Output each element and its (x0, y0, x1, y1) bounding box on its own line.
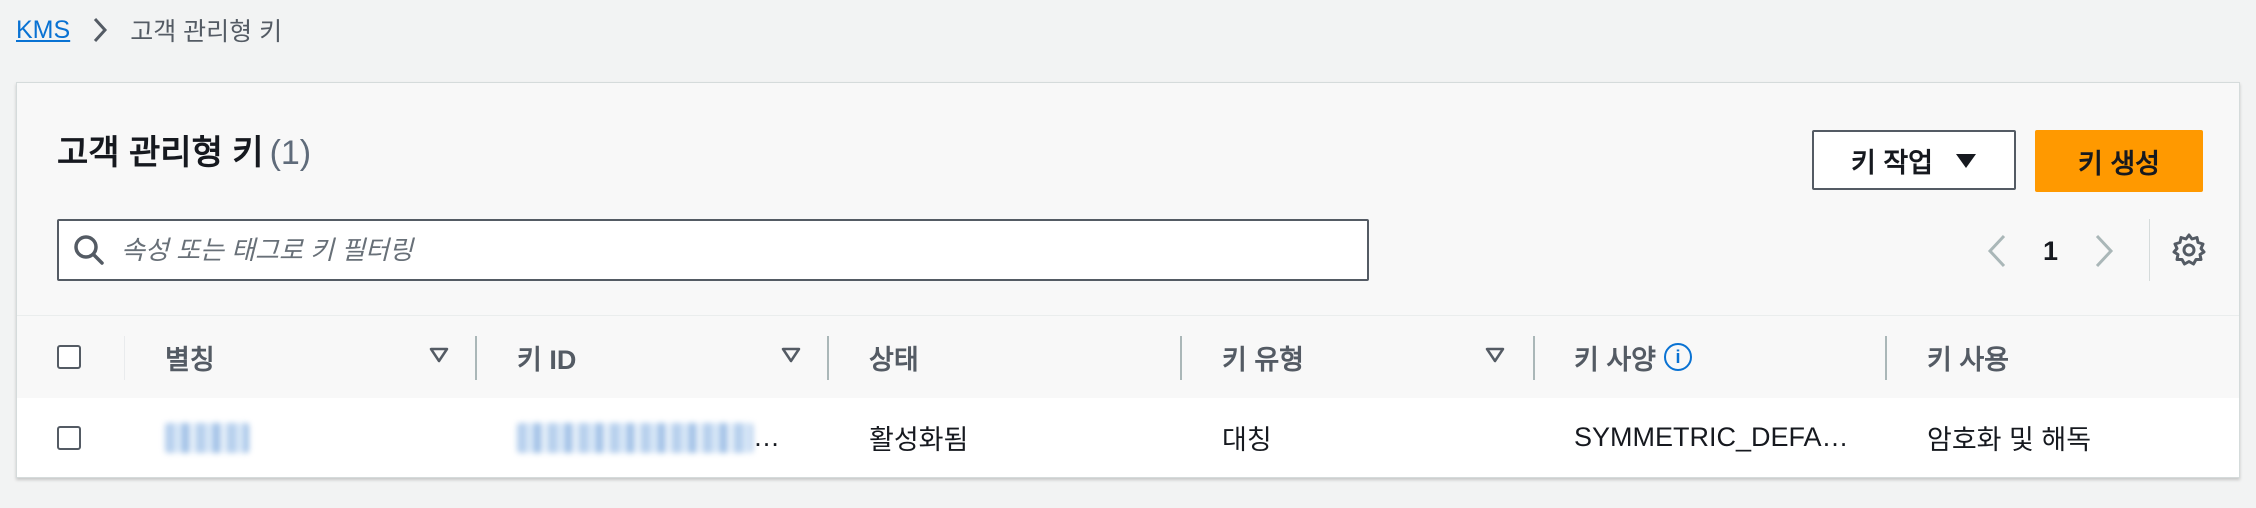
select-all-cell (57, 316, 81, 398)
create-key-button[interactable]: 키 생성 (2035, 130, 2203, 192)
column-resizer[interactable] (827, 336, 829, 380)
column-header-key-id[interactable]: 키 ID (517, 316, 576, 398)
keys-table-container: 고객 관리형 키(1) 키 작업 키 생성 1 (16, 82, 2240, 478)
sort-alias-icon[interactable] (429, 347, 449, 363)
column-resizer[interactable] (1533, 336, 1535, 380)
select-all-checkbox[interactable] (57, 345, 81, 369)
key-type-cell: 대칭 (1222, 425, 1272, 455)
settings-gear-icon[interactable] (2172, 233, 2206, 267)
current-page-number[interactable]: 1 (2043, 236, 2058, 267)
filter-search-box[interactable] (57, 219, 1369, 281)
previous-page-icon[interactable] (1977, 231, 2017, 271)
column-header-key-usage[interactable]: 키 사용 (1927, 316, 2009, 398)
chevron-right-icon (92, 16, 108, 44)
search-input[interactable] (119, 233, 1367, 267)
key-spec-label: 키 사양 (1574, 344, 1657, 375)
column-resizer[interactable] (475, 336, 477, 380)
next-page-icon[interactable] (2084, 231, 2124, 271)
info-icon[interactable]: i (1664, 343, 1693, 371)
breadcrumb-current: 고객 관리형 키 (130, 18, 283, 46)
pagination-divider (2149, 219, 2150, 281)
sort-key-id-icon[interactable] (781, 347, 801, 363)
search-icon (73, 234, 105, 266)
key-usage-cell: 암호화 및 해독 (1927, 425, 2092, 455)
breadcrumb: KMS 고객 관리형 키 (16, 8, 282, 52)
column-header-status[interactable]: 상태 (869, 316, 919, 398)
breadcrumb-kms-link[interactable]: KMS (16, 16, 70, 45)
status-cell: 활성화됨 (869, 425, 969, 455)
column-resizer[interactable] (1885, 336, 1887, 380)
column-header-key-spec[interactable]: 키 사양 i (1574, 316, 1693, 398)
page-title: 고객 관리형 키 (1) (57, 125, 311, 174)
column-divider (124, 336, 125, 380)
table-header-row: 별칭 키 ID 상태 키 유형 키 사양 i 키 사용 (17, 315, 2239, 399)
key-spec-cell: SYMMETRIC_DEFA… (1574, 422, 1849, 452)
caret-down-icon (1955, 145, 1977, 176)
row-checkbox[interactable] (57, 425, 81, 450)
sort-key-type-icon[interactable] (1485, 347, 1505, 363)
key-id-link-redacted[interactable] (517, 422, 753, 453)
key-id-cell: … (517, 398, 780, 477)
row-select-cell (57, 398, 81, 477)
column-header-key-type[interactable]: 키 유형 (1222, 316, 1304, 398)
alias-cell (165, 398, 249, 477)
column-header-alias[interactable]: 별칭 (165, 316, 215, 398)
key-actions-button[interactable]: 키 작업 (1812, 130, 2016, 190)
page-title-text: 고객 관리형 키 (57, 134, 264, 172)
alias-link-redacted[interactable] (165, 422, 249, 453)
key-id-ellipsis: … (753, 422, 780, 452)
column-resizer[interactable] (1180, 336, 1182, 380)
key-count: (1) (269, 134, 312, 172)
pagination: 1 (1977, 231, 2124, 271)
table-row: … 활성화됨 대칭 SYMMETRIC_DEFA… 암호화 및 해독 (17, 398, 2239, 477)
table-header-area: 고객 관리형 키(1) 키 작업 키 생성 1 (17, 83, 2239, 315)
key-actions-label: 키 작업 (1850, 147, 1934, 178)
